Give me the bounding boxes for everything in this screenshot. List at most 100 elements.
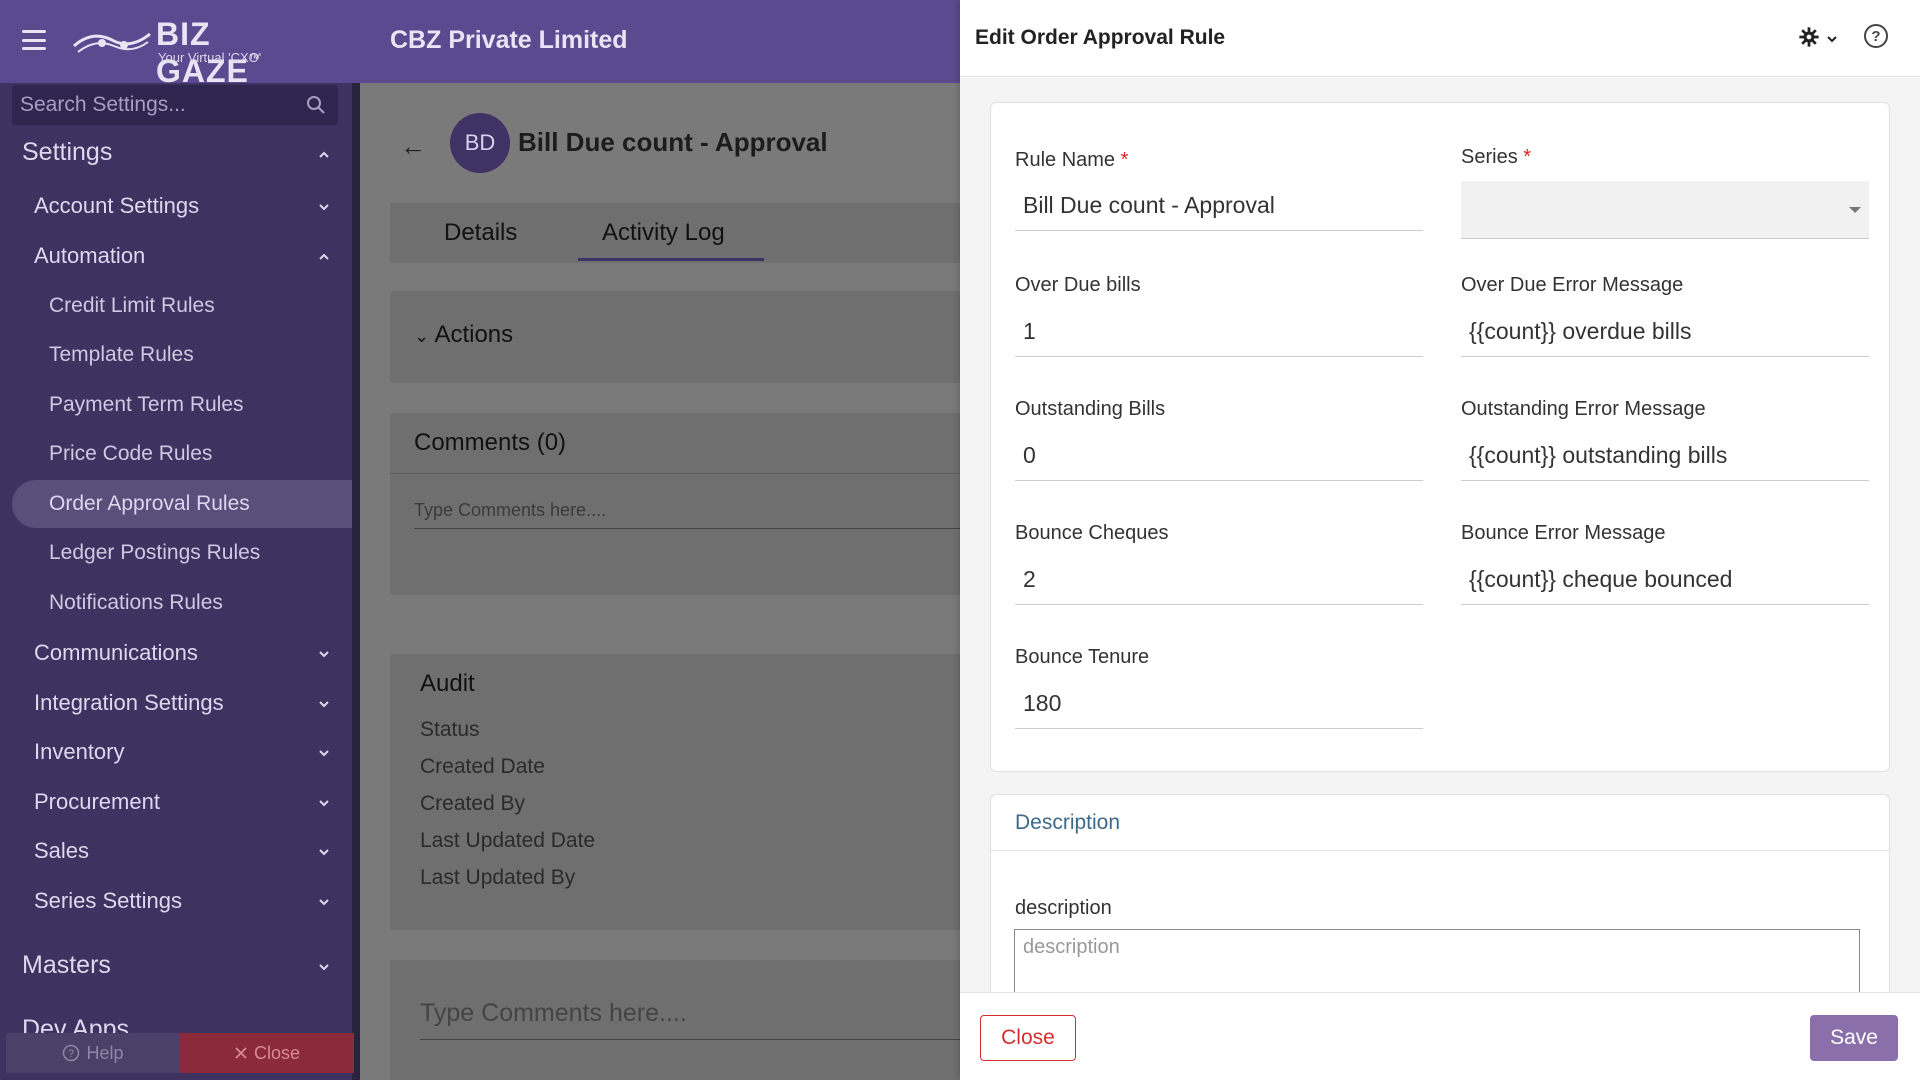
series-select[interactable] — [1461, 181, 1869, 239]
tab-details[interactable]: Details — [444, 219, 517, 247]
edit-order-approval-rule-panel: Edit Order Approval Rule ? Rule Name * B… — [960, 0, 1920, 1080]
sidebar-item-sales[interactable]: Sales — [34, 838, 89, 864]
record-tabs: Details Activity Log — [390, 203, 960, 263]
avatar: BD — [450, 113, 510, 173]
dropdown-caret-icon — [1849, 207, 1861, 213]
series-label: Series * — [1461, 146, 1532, 168]
tab-activity-log[interactable]: Activity Log — [602, 219, 725, 247]
settings-sidebar: Settings Account Settings Automation Cre… — [0, 83, 352, 1080]
record-detail-main: ← BD Bill Due count - Approval Details A… — [360, 83, 960, 1080]
sidebar-close-button[interactable]: Close — [180, 1033, 354, 1073]
sidebar-item-template-rules[interactable]: Template Rules — [49, 343, 194, 367]
chevron-down-icon[interactable] — [318, 961, 330, 973]
logo-tagline: Your Virtual 'CXO' — [158, 50, 262, 65]
active-tab-indicator — [578, 258, 764, 261]
description-section-header[interactable]: Description — [991, 795, 1891, 851]
over-due-bills-input[interactable] — [1015, 307, 1423, 357]
company-name: CBZ Private Limited — [390, 26, 628, 54]
bounce-tenure-input[interactable] — [1015, 679, 1423, 729]
sidebar-item-series-settings[interactable]: Series Settings — [34, 888, 182, 914]
chevron-down-icon[interactable] — [318, 201, 330, 213]
comments-title: Comments (0) — [414, 429, 567, 456]
outstanding-bills-input[interactable] — [1015, 431, 1423, 481]
sidebar-item-credit-limit-rules[interactable]: Credit Limit Rules — [49, 294, 215, 318]
settings-search-input[interactable] — [12, 85, 338, 125]
sidebar-section-masters[interactable]: Masters — [22, 951, 111, 980]
sidebar-item-procurement[interactable]: Procurement — [34, 789, 160, 815]
divider — [390, 473, 960, 474]
help-icon[interactable]: ? — [1864, 24, 1888, 48]
audit-label-created-by: Created By — [420, 792, 526, 815]
chevron-down-icon[interactable] — [318, 896, 330, 908]
close-button[interactable]: Close — [980, 1015, 1076, 1061]
outstanding-error-message-input[interactable] — [1461, 431, 1869, 481]
chevron-down-icon[interactable] — [318, 797, 330, 809]
sidebar-item-account-settings[interactable]: Account Settings — [34, 193, 199, 219]
chevron-down-icon — [1827, 36, 1837, 43]
settings-dropdown[interactable] — [1798, 26, 1842, 50]
record-title: Bill Due count - Approval — [518, 127, 828, 157]
chevron-down-icon: ⌄ — [414, 326, 430, 346]
description-section-title: Description — [1015, 811, 1121, 834]
save-button[interactable]: Save — [1810, 1015, 1898, 1061]
bounce-cheques-label: Bounce Cheques — [1015, 522, 1169, 544]
chevron-up-icon[interactable] — [318, 149, 330, 161]
help-button[interactable]: ? Help — [6, 1033, 180, 1073]
close-x-icon — [235, 1047, 247, 1059]
sidebar-item-integration-settings[interactable]: Integration Settings — [34, 690, 224, 716]
sidebar-scrollbar[interactable] — [352, 83, 360, 1080]
settings-search — [12, 85, 338, 125]
sidebar-bottom-actions: ? Help Close — [6, 1033, 354, 1073]
bounce-error-message-label: Bounce Error Message — [1461, 522, 1666, 544]
sidebar-item-payment-term-rules[interactable]: Payment Term Rules — [49, 393, 244, 417]
svg-text:?: ? — [68, 1048, 74, 1060]
description-label: description — [1015, 897, 1112, 919]
panel-header: Edit Order Approval Rule ? — [960, 0, 1920, 77]
comment-composer — [390, 960, 960, 1080]
audit-label-last-updated-by: Last Updated By — [420, 866, 576, 889]
sidebar-item-order-approval-rules[interactable]: Order Approval Rules — [49, 492, 250, 516]
actions-toggle[interactable]: ⌄ Actions — [414, 321, 513, 349]
sidebar-section-settings[interactable]: Settings — [22, 138, 112, 167]
description-textarea[interactable] — [1014, 929, 1860, 992]
audit-card: Audit Status Created Date Created By Las… — [390, 654, 960, 930]
bounce-tenure-label: Bounce Tenure — [1015, 646, 1150, 668]
comment-composer-input[interactable] — [420, 988, 960, 1040]
logo-mark-icon — [73, 32, 151, 53]
sidebar-item-price-code-rules[interactable]: Price Code Rules — [49, 442, 212, 466]
bounce-cheques-input[interactable] — [1015, 555, 1423, 605]
chevron-up-icon[interactable] — [318, 251, 330, 263]
panel-footer: Close Save — [960, 992, 1920, 1080]
over-due-bills-label: Over Due bills — [1015, 274, 1141, 296]
comments-card: Comments (0) — [390, 413, 960, 595]
outstanding-bills-label: Outstanding Bills — [1015, 398, 1166, 420]
description-card: Description description — [990, 794, 1891, 992]
bizgaze-logo[interactable]: BIZ GAZE™ Your Virtual 'CXO' — [72, 14, 292, 89]
comments-input[interactable] — [414, 493, 960, 529]
panel-body: Rule Name * Series * Over Due bills Over… — [960, 78, 1920, 992]
sidebar-item-notifications-rules[interactable]: Notifications Rules — [49, 591, 223, 615]
hamburger-menu-icon[interactable] — [22, 30, 46, 50]
over-due-error-message-input[interactable] — [1461, 307, 1869, 357]
sidebar-item-automation[interactable]: Automation — [34, 243, 145, 269]
chevron-down-icon[interactable] — [318, 747, 330, 759]
outstanding-error-message-label: Outstanding Error Message — [1461, 398, 1706, 420]
rule-name-input[interactable] — [1015, 181, 1423, 231]
over-due-error-message-label: Over Due Error Message — [1461, 274, 1684, 296]
rule-name-label: Rule Name * — [1015, 149, 1129, 171]
gear-icon — [1799, 27, 1819, 47]
audit-label-created-date: Created Date — [420, 755, 545, 778]
back-arrow-icon[interactable]: ← — [400, 131, 426, 162]
audit-label-last-updated-date: Last Updated Date — [420, 829, 596, 852]
bounce-error-message-input[interactable] — [1461, 555, 1869, 605]
chevron-down-icon[interactable] — [318, 846, 330, 858]
search-icon[interactable] — [306, 95, 326, 115]
chevron-down-icon[interactable] — [318, 648, 330, 660]
chevron-down-icon[interactable] — [318, 698, 330, 710]
sidebar-item-communications[interactable]: Communications — [34, 640, 198, 666]
sidebar-item-inventory[interactable]: Inventory — [34, 739, 125, 765]
required-marker: * — [1120, 149, 1129, 171]
sidebar-item-ledger-postings-rules[interactable]: Ledger Postings Rules — [49, 541, 260, 565]
required-marker: * — [1523, 146, 1532, 168]
audit-label-status: Status — [420, 718, 480, 741]
